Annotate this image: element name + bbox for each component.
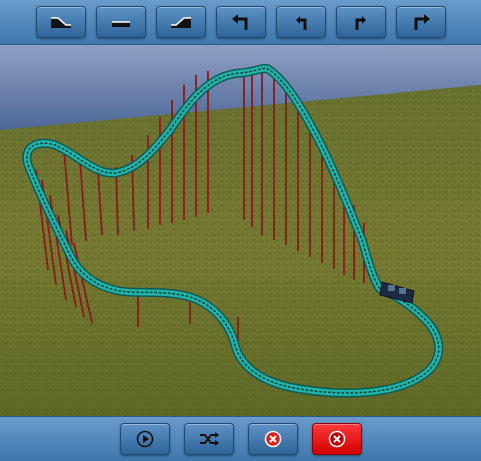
right-turn-icon <box>355 16 366 30</box>
coaster-scene <box>0 45 481 416</box>
left-turn-button[interactable] <box>275 6 326 38</box>
sharp-left-turn-icon <box>231 14 247 30</box>
sharp-left-turn-button[interactable] <box>215 6 266 38</box>
slope-down-button[interactable] <box>35 6 86 38</box>
flat-track-button[interactable] <box>95 6 146 38</box>
right-turn-button[interactable] <box>335 6 386 38</box>
slope-down-icon <box>50 17 71 28</box>
flat-track-icon <box>111 21 130 27</box>
clear-icon <box>328 430 345 448</box>
track-piece-toolbar <box>0 0 481 45</box>
slope-up-icon <box>170 17 191 28</box>
sharp-right-turn-icon <box>414 14 430 30</box>
clear-track-button[interactable] <box>311 423 362 455</box>
delete-piece-button[interactable] <box>247 423 298 455</box>
play-button[interactable] <box>119 423 170 455</box>
coaster-viewport[interactable] <box>0 45 481 416</box>
sharp-right-turn-button[interactable] <box>395 6 446 38</box>
left-turn-icon <box>295 16 306 30</box>
delete-icon <box>264 430 281 448</box>
shuffle-button[interactable] <box>183 423 234 455</box>
play-icon <box>136 430 153 448</box>
slope-up-button[interactable] <box>155 6 206 38</box>
control-toolbar <box>0 416 481 461</box>
shuffle-icon <box>199 432 219 446</box>
